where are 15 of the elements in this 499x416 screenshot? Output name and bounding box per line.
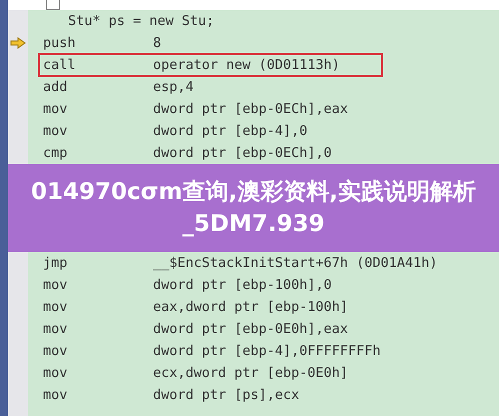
- instruction: mov dword ptr [ebp-100h],0: [42, 276, 333, 295]
- instruction: mov dword ptr [ebp-4],0FFFFFFFFh: [42, 342, 382, 361]
- instruction: push 8: [42, 34, 162, 53]
- highlighted-instruction: call operator new (0D01113h): [38, 53, 383, 77]
- instruction: mov dword ptr [ebp-0E0h],eax: [42, 320, 350, 339]
- source-line: Stu* ps = new Stu;: [67, 13, 214, 29]
- instruction: mov ecx,dword ptr [ebp-0E0h]: [42, 364, 350, 383]
- instruction: cmp dword ptr [ebp-0ECh],0: [42, 144, 333, 163]
- instruction: add esp,4: [42, 78, 195, 97]
- instruction: jmp __$EncStackInitStart+67h (0D01A41h): [42, 254, 438, 273]
- instruction: mov dword ptr [ebp-0ECh],eax: [42, 100, 350, 119]
- instruction: mov eax,dword ptr [ebp-100h]: [42, 298, 350, 317]
- banner-title: 014970cσm查询,澳彩资料,实践说明解析_5DM7.939: [30, 178, 477, 239]
- instruction: mov dword ptr [ps],ecx: [42, 386, 300, 405]
- instruction: mov dword ptr [ebp-4],0: [42, 122, 308, 141]
